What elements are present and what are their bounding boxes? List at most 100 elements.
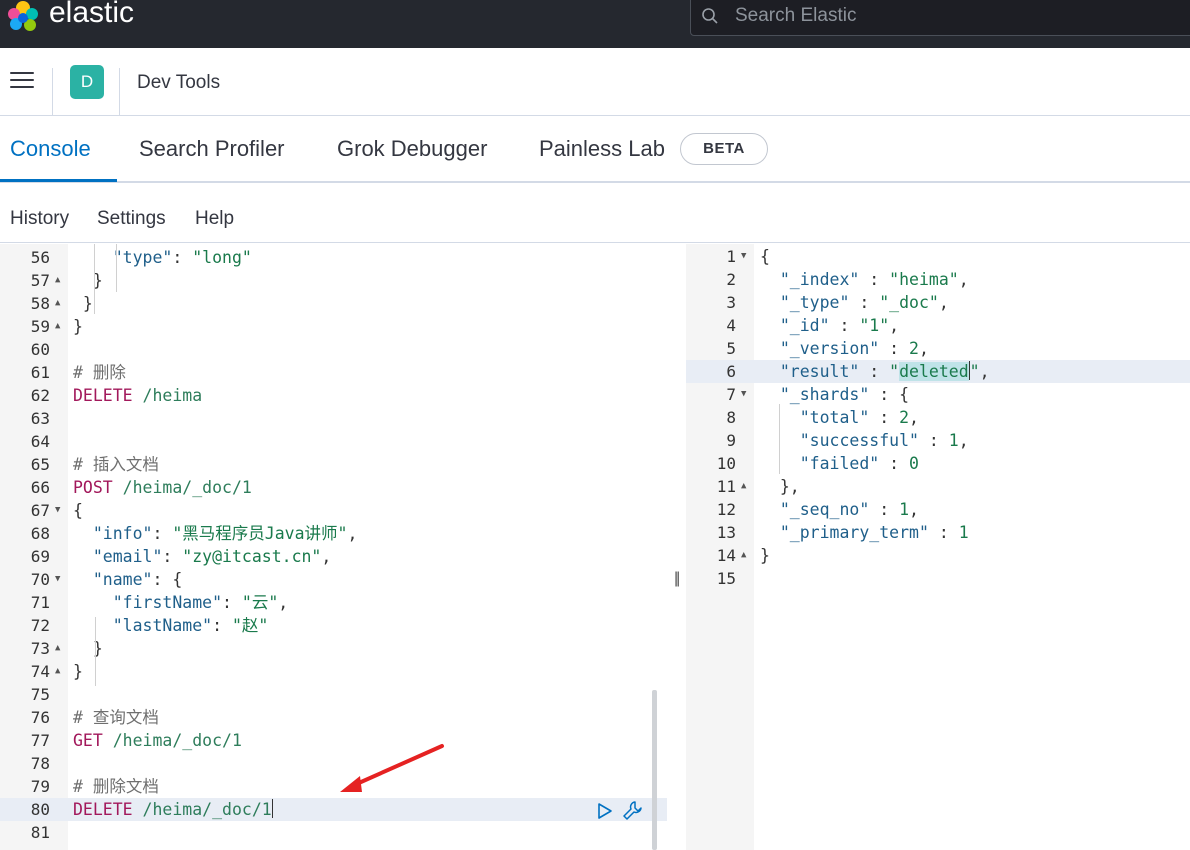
tab-search-profiler[interactable]: Search Profiler: [139, 136, 285, 162]
code-line[interactable]: 13 "_primary_term" : 1: [686, 521, 1190, 544]
fold-toggle-icon[interactable]: ▲: [55, 660, 60, 683]
wrench-icon[interactable]: [621, 799, 645, 823]
code-text: "successful" : 1,: [799, 431, 969, 450]
line-number: 77: [30, 731, 50, 750]
code-line[interactable]: 73 ▲ }: [0, 637, 667, 660]
fold-toggle-icon[interactable]: ▼: [741, 383, 746, 406]
code-line[interactable]: 74 ▲}: [0, 660, 667, 683]
code-line[interactable]: 4 "_id" : "1",: [686, 314, 1190, 337]
line-number: 8: [726, 408, 736, 427]
code-text: # 查询文档: [73, 708, 159, 727]
line-number: 9: [726, 431, 736, 450]
code-line[interactable]: 72 "lastName": "赵": [0, 614, 667, 637]
code-line[interactable]: 75: [0, 683, 667, 706]
code-line[interactable]: 5 "_version" : 2,: [686, 337, 1190, 360]
code-text: # 删除: [73, 363, 126, 382]
code-text: }: [73, 317, 83, 336]
history-link[interactable]: History: [10, 208, 69, 230]
line-number: 10: [716, 454, 736, 473]
line-number: 12: [716, 500, 736, 519]
code-line[interactable]: 61 # 删除: [0, 361, 667, 384]
code-line[interactable]: 2 "_index" : "heima",: [686, 268, 1190, 291]
fold-toggle-icon[interactable]: ▼: [741, 245, 746, 268]
fold-toggle-icon[interactable]: ▲: [55, 637, 60, 660]
line-number: 78: [30, 754, 50, 773]
run-request-icon[interactable]: [596, 802, 614, 820]
fold-toggle-icon[interactable]: ▲: [55, 269, 60, 292]
code-line[interactable]: 8 "total" : 2,: [686, 406, 1190, 429]
code-text: "email": "zy@itcast.cn",: [92, 547, 332, 566]
editor-scrollbar[interactable]: [652, 690, 657, 850]
code-text: GET /heima/_doc/1: [73, 731, 242, 750]
code-line[interactable]: 59 ▲}: [0, 315, 667, 338]
code-line[interactable]: 11 ▲ },: [686, 475, 1190, 498]
space-avatar[interactable]: D: [70, 65, 104, 99]
code-text: "type": "long": [112, 248, 252, 267]
code-line[interactable]: 62 DELETE /heima: [0, 384, 667, 407]
code-line[interactable]: 67 ▼ {: [0, 499, 667, 522]
divider: [52, 68, 53, 116]
tab-console[interactable]: Console: [10, 136, 91, 162]
pane-resizer[interactable]: ||: [670, 244, 686, 850]
code-line[interactable]: 10 "failed" : 0: [686, 452, 1190, 475]
code-line[interactable]: 76 # 查询文档: [0, 706, 667, 729]
code-text: "total" : 2,: [799, 408, 919, 427]
line-number: 73: [30, 639, 50, 658]
global-search[interactable]: [690, 0, 1190, 36]
line-number: 11: [716, 477, 736, 496]
code-line[interactable]: 81: [0, 821, 667, 844]
search-input[interactable]: [735, 5, 1135, 27]
line-number: 7: [726, 385, 736, 404]
fold-toggle-icon[interactable]: ▼: [55, 568, 60, 591]
line-number: 5: [726, 339, 736, 358]
fold-toggle-icon[interactable]: ▲: [741, 475, 746, 498]
code-line[interactable]: 9 "successful" : 1,: [686, 429, 1190, 452]
code-line[interactable]: 60: [0, 338, 667, 361]
code-line[interactable]: 15: [686, 567, 1190, 590]
code-text: "_type" : "_doc",: [779, 293, 949, 312]
code-line[interactable]: 71 "firstName": "云",: [0, 591, 667, 614]
fold-toggle-icon[interactable]: ▲: [55, 315, 60, 338]
code-text: {: [760, 247, 770, 266]
code-text: "failed" : 0: [799, 454, 919, 473]
fold-toggle-icon[interactable]: ▲: [741, 544, 746, 567]
code-line[interactable]: 65 # 插入文档: [0, 453, 667, 476]
tab-grok-debugger[interactable]: Grok Debugger: [337, 136, 487, 162]
line-number: 58: [30, 294, 50, 313]
code-line[interactable]: 64: [0, 430, 667, 453]
fold-toggle-icon[interactable]: ▲: [55, 292, 60, 315]
code-line[interactable]: 57 ▲ }: [0, 269, 667, 292]
resize-handle-icon[interactable]: ||: [674, 570, 680, 588]
code-line[interactable]: 7 ▼ "_shards" : {: [686, 383, 1190, 406]
code-line[interactable]: 69 "email": "zy@itcast.cn",: [0, 545, 667, 568]
code-line[interactable]: 6 "result" : "deleted",: [686, 360, 1190, 383]
code-line[interactable]: 14 ▲}: [686, 544, 1190, 567]
tab-painless-lab[interactable]: Painless Lab: [539, 136, 665, 162]
line-number: 81: [30, 823, 50, 842]
elastic-logo[interactable]: [6, 0, 40, 34]
code-line[interactable]: 80 DELETE /heima/_doc/1: [0, 798, 667, 821]
console-menu: History Settings Help: [0, 183, 1190, 243]
fold-toggle-icon[interactable]: ▼: [55, 499, 60, 522]
help-link[interactable]: Help: [195, 208, 234, 230]
line-number: 68: [30, 524, 50, 543]
divider: [119, 68, 120, 116]
code-line[interactable]: 56 "type": "long": [0, 246, 667, 269]
menu-toggle-button[interactable]: [10, 72, 34, 92]
code-line[interactable]: 58 ▲ }: [0, 292, 667, 315]
code-line[interactable]: 70 ▼ "name": {: [0, 568, 667, 591]
code-line[interactable]: 12 "_seq_no" : 1,: [686, 498, 1190, 521]
code-text: "name": {: [92, 570, 183, 589]
line-number: 13: [716, 523, 736, 542]
code-line[interactable]: 63: [0, 407, 667, 430]
code-line[interactable]: 3 "_type" : "_doc",: [686, 291, 1190, 314]
line-number: 69: [30, 547, 50, 566]
code-text: "lastName": "赵": [112, 616, 269, 635]
settings-link[interactable]: Settings: [97, 208, 166, 230]
code-line[interactable]: 68 "info": "黑马程序员Java讲师",: [0, 522, 667, 545]
line-number: 65: [30, 455, 50, 474]
code-line[interactable]: 1 ▼ {: [686, 245, 1190, 268]
code-line[interactable]: 66 POST /heima/_doc/1: [0, 476, 667, 499]
search-icon: [702, 8, 718, 24]
response-editor[interactable]: 1 ▼{2 "_index" : "heima", 3 "_type" : "_do…: [686, 244, 1190, 850]
